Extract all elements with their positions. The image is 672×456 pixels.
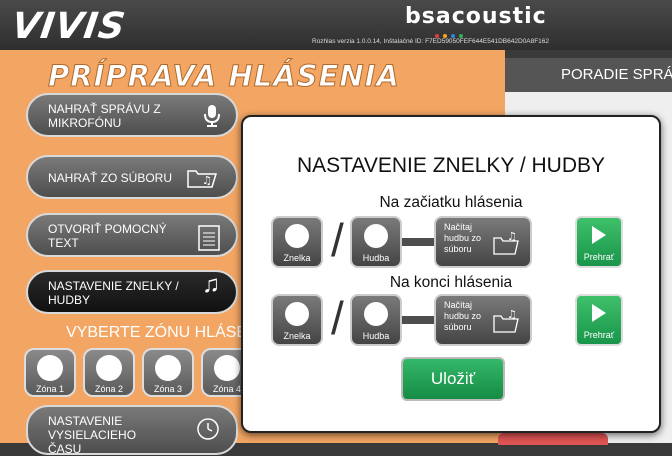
zone-2-button[interactable]: Zóna 2 (83, 348, 135, 397)
play-icon (592, 226, 606, 244)
jingle-music-settings-dialog: NASTAVENIE ZNELKY / HUDBY Na začiatku hl… (241, 115, 661, 433)
zone-1-button[interactable]: Zóna 1 (24, 348, 76, 397)
start-load-music-label: Načítaj hudbu zo súboru (444, 222, 482, 254)
folder-music-icon: ♫ (186, 167, 220, 190)
document-icon (198, 225, 220, 252)
end-section-label: Na konci hlásenia (389, 274, 513, 291)
vivis-logo: VIVIS (9, 6, 129, 47)
end-music-indicator (364, 302, 388, 326)
zone-section-title: VYBERTE ZÓNU HLÁSE (66, 324, 248, 341)
end-play-button[interactable]: Prehrať (575, 294, 623, 346)
end-jingle-button[interactable]: Znelka (271, 294, 323, 346)
start-separator: / (331, 214, 344, 266)
start-connector (402, 238, 434, 246)
music-note-icon: ♫ (202, 271, 220, 298)
start-play-button[interactable]: Prehrať (575, 216, 623, 268)
top-bar: VIVIS bsacoustic Rozhlas verzia 1.0.0.14… (0, 0, 672, 50)
queue-title: PORADIE SPRÁ (505, 58, 672, 92)
end-music-button[interactable]: Hudba (350, 294, 402, 346)
start-load-music-button[interactable]: Načítaj hudbu zo súboru ♫ (434, 216, 532, 268)
queue-action-button[interactable] (498, 433, 608, 445)
start-music-indicator (364, 224, 388, 248)
zone-4-indicator (214, 355, 240, 381)
start-music-button[interactable]: Hudba (350, 216, 402, 268)
zone-3-button[interactable]: Zóna 3 (142, 348, 194, 397)
zone-2-indicator (96, 355, 122, 381)
svg-text:♫: ♫ (507, 230, 517, 243)
dialog-title: NASTAVENIE ZNELKY / HUDBY (296, 154, 606, 177)
zone-1-indicator (37, 355, 63, 381)
end-jingle-indicator (285, 302, 309, 326)
start-jingle-label: Znelka (283, 253, 311, 263)
zone-2-label: Zóna 2 (94, 384, 124, 394)
brand-dots (435, 25, 485, 38)
zone-3-label: Zóna 3 (153, 384, 183, 394)
save-button[interactable]: Uložiť (401, 357, 505, 401)
broadcast-time-settings-label: NASTAVENIE VYSIELACIEHO ČASU (48, 414, 137, 456)
zone-3-indicator (155, 355, 181, 381)
end-music-label: Hudba (362, 331, 390, 341)
open-helper-text-button[interactable]: OTVORIŤ POMOCNÝ TEXT (26, 213, 238, 257)
end-connector (402, 316, 434, 324)
upload-file-button[interactable]: NAHRAŤ ZO SÚBORU ♫ (26, 155, 238, 199)
svg-text:♫: ♫ (507, 308, 517, 321)
microphone-icon (204, 105, 220, 128)
jingle-music-settings-label: NASTAVENIE ZNELKY / HUDBY (48, 279, 179, 307)
record-microphone-button[interactable]: NAHRAŤ SPRÁVU Z MIKROFÓNU (26, 93, 238, 137)
play-icon (592, 304, 606, 322)
open-helper-text-label: OTVORIŤ POMOCNÝ TEXT (48, 222, 167, 250)
start-section-label: Na začiatku hlásenia (379, 194, 523, 211)
start-music-label: Hudba (362, 253, 390, 263)
end-load-music-button[interactable]: Načítaj hudbu zo súboru ♫ (434, 294, 532, 346)
broadcast-time-settings-button[interactable]: NASTAVENIE VYSIELACIEHO ČASU (26, 405, 238, 456)
clock-icon (196, 417, 220, 442)
record-microphone-label: NAHRAŤ SPRÁVU Z MIKROFÓNU (48, 102, 161, 130)
end-load-music-label: Načítaj hudbu zo súboru (444, 300, 482, 332)
folder-music-icon: ♫ (492, 230, 522, 256)
page-title: PRÍPRAVA HLÁSENIA (48, 59, 400, 94)
start-play-label: Prehrať (583, 252, 615, 262)
version-info: Rozhlas verzia 1.0.0.14, Inštalačné ID: … (312, 38, 550, 45)
start-jingle-indicator (285, 224, 309, 248)
zone-1-label: Zóna 1 (35, 384, 65, 394)
upload-file-label: NAHRAŤ ZO SÚBORU (48, 171, 173, 185)
end-separator: / (331, 292, 344, 344)
start-jingle-button[interactable]: Znelka (271, 216, 323, 268)
jingle-music-settings-button[interactable]: NASTAVENIE ZNELKY / HUDBY ♫ (26, 270, 238, 314)
svg-text:♫: ♫ (202, 174, 212, 187)
zone-4-label: Zóna 4 (212, 384, 242, 394)
end-jingle-label: Znelka (283, 331, 311, 341)
folder-music-icon: ♫ (492, 308, 522, 334)
end-play-label: Prehrať (583, 330, 615, 340)
